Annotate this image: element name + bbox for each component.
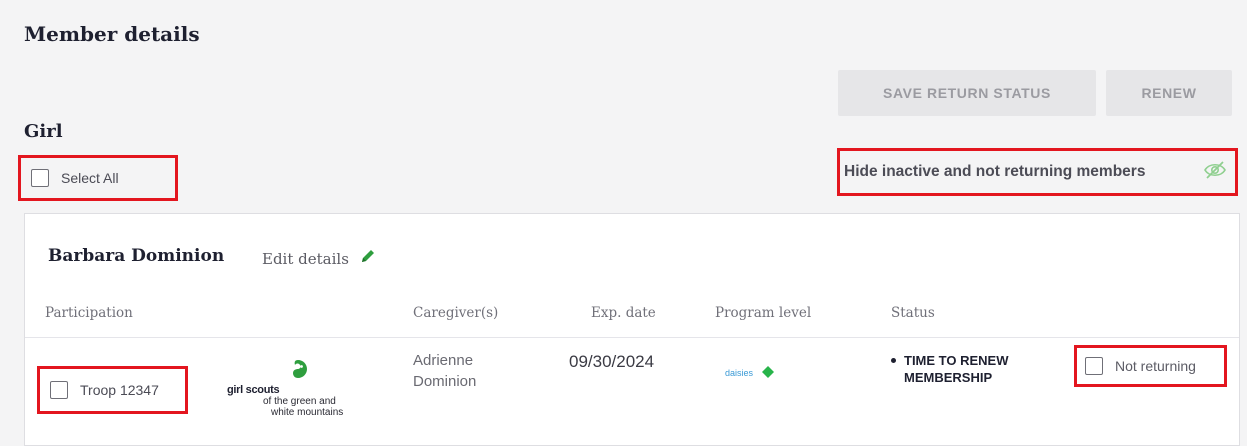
not-returning-label: Not returning [1115,358,1196,374]
status-value: TIME TO RENEW MEMBERSHIP [891,352,1008,386]
edit-details-link[interactable]: Edit details [262,247,377,270]
caregiver-name: Adrienne Dominion [413,350,476,392]
program-level-logo: daisies [725,362,795,388]
council-logo: girl scouts of the green and white mount… [225,352,355,424]
member-name: Barbara Dominion [48,246,225,266]
not-returning-control[interactable]: Not returning [1074,345,1227,387]
status-line2: MEMBERSHIP [904,370,993,385]
council-logo-line1: girl scouts [227,384,280,396]
column-header-participation: Participation [45,305,133,321]
select-all-checkbox[interactable] [31,169,49,187]
status-bullet [891,358,896,364]
hide-inactive-toggle[interactable]: Hide inactive and not returning members [837,148,1238,196]
column-header-exp-date: Exp. date [591,305,656,321]
not-returning-checkbox[interactable] [1085,357,1103,375]
column-header-status: Status [891,305,935,321]
program-level-text: daisies [725,368,754,378]
column-header-caregivers: Caregiver(s) [413,305,499,321]
renew-button[interactable]: RENEW [1106,70,1232,116]
select-all-label: Select All [61,170,119,186]
page-title: Member details [24,22,200,46]
troop-participation[interactable]: Troop 12347 [37,366,188,414]
status-line1: TIME TO RENEW [904,353,1009,368]
trefoil-icon [293,360,307,378]
troop-checkbox[interactable] [50,381,68,399]
troop-label: Troop 12347 [80,382,159,398]
daisy-icon [762,366,774,378]
section-title: Girl [24,121,63,142]
hide-inactive-label: Hide inactive and not returning members [844,163,1146,180]
select-all-control[interactable]: Select All [18,155,178,201]
edit-details-label: Edit details [262,249,349,268]
pencil-icon[interactable] [359,247,377,270]
eye-slash-icon[interactable] [1203,160,1227,185]
save-return-status-button[interactable]: SAVE RETURN STATUS [838,70,1096,116]
exp-date-value: 09/30/2024 [569,352,655,371]
header-divider [25,337,1239,338]
council-logo-line2: of the green and [263,396,336,407]
column-header-program-level: Program level [715,305,812,321]
member-card: Barbara Dominion Edit details Participat… [24,213,1240,446]
council-logo-line3: white mountains [271,407,344,418]
caregiver-first-name: Adrienne [413,352,474,369]
caregiver-last-name: Dominion [413,373,477,390]
